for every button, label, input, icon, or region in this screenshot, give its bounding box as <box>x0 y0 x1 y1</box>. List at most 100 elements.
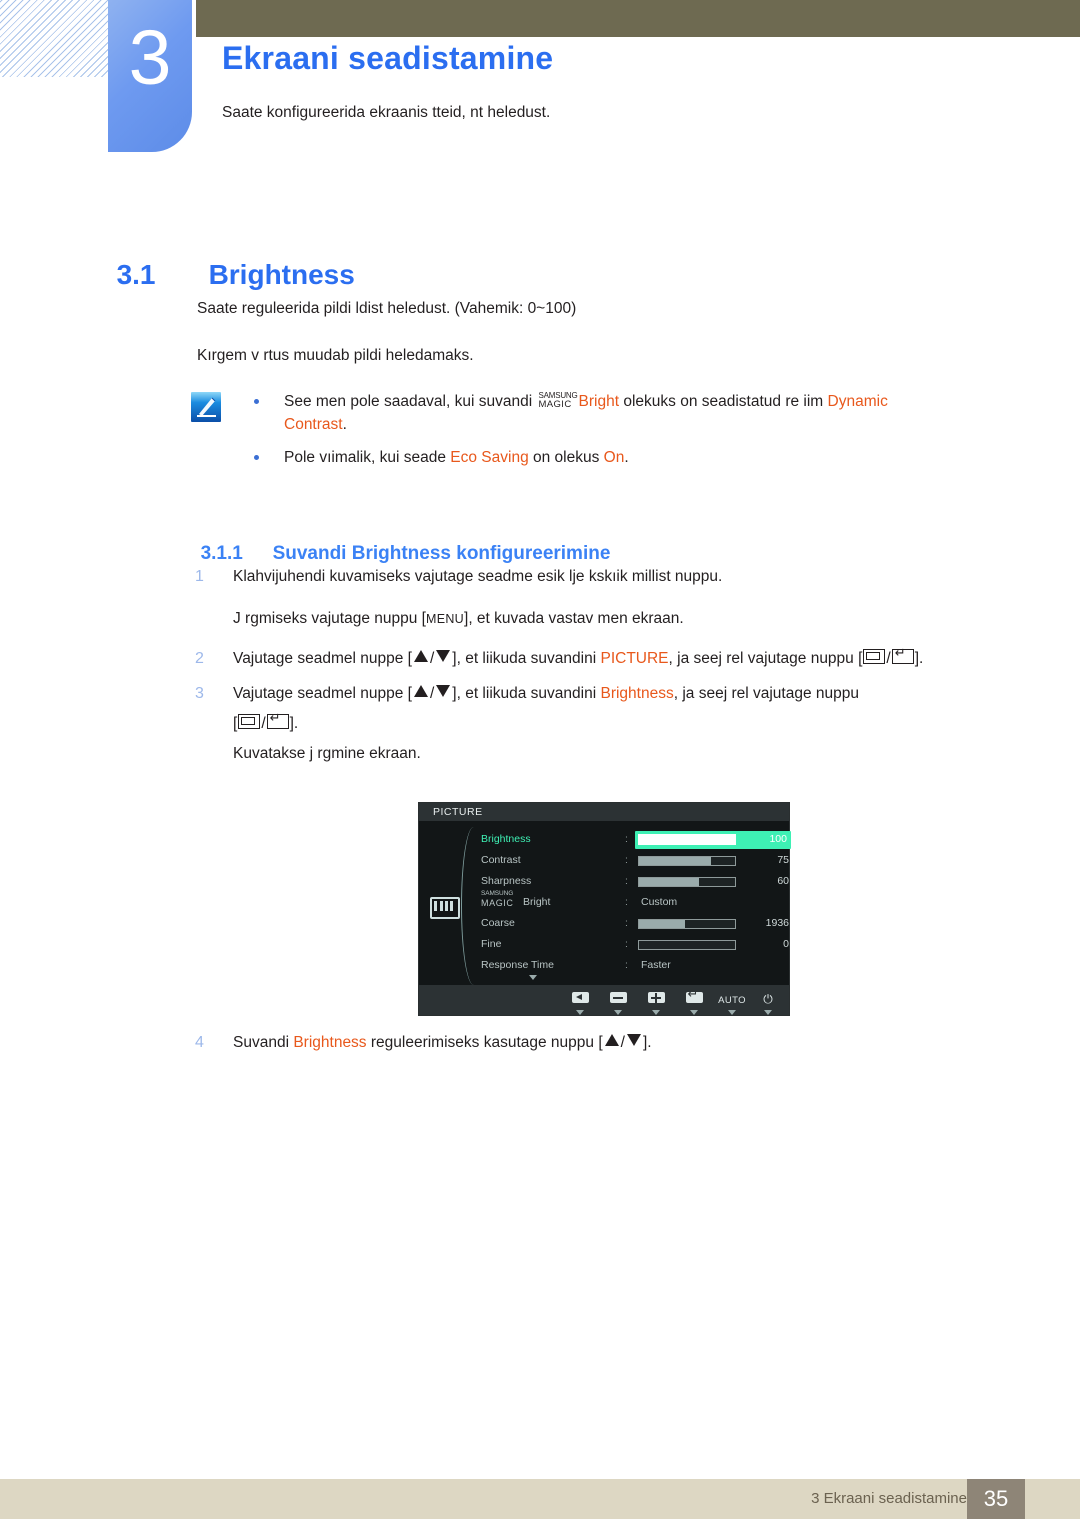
osd-value: 100 <box>769 833 787 845</box>
osd-button-minus[interactable] <box>601 990 635 1015</box>
osd-row-response-time[interactable]: Response Time : Faster <box>475 955 781 976</box>
section-title-text: Brightness <box>208 259 355 290</box>
osd-row-brightness[interactable]: Brightness : 100 <box>475 829 791 850</box>
page-header: 3 Ekraani seadistamine Saate konfigureer… <box>0 0 1080 152</box>
minus-icon <box>609 992 627 1003</box>
step-3-result-text: Kuvatakse j rgmine ekraan. <box>233 745 421 762</box>
caret-down-icon <box>764 1010 772 1015</box>
note-text-1b: Bright <box>578 393 620 410</box>
osd-label: Bright <box>523 896 551 908</box>
step-3-keys: [/]. <box>233 709 1025 739</box>
osd-label: Sharpness <box>481 875 532 887</box>
step-4-highlight-brightness: Brightness <box>293 1034 367 1051</box>
osd-button-plus[interactable] <box>639 990 673 1015</box>
note-text-1a: See men pole saadaval, kui suvandi <box>284 393 537 410</box>
step-2-text: Vajutage seadmel nuppe [/], et liikuda s… <box>233 644 1025 674</box>
step-number: 1 <box>195 568 204 585</box>
footer-chapter-label: 3 Ekraani seadistamine <box>811 1490 967 1507</box>
decorative-hatch-pattern <box>0 0 108 77</box>
osd-row-sharpness[interactable]: Sharpness : 60 <box>475 871 789 892</box>
caret-down-icon <box>728 1010 736 1015</box>
osd-colon: : <box>625 959 628 971</box>
osd-value: 1936 <box>765 917 789 929</box>
step-number: 4 <box>195 1034 204 1051</box>
caret-down-icon <box>576 1010 584 1015</box>
step-2-highlight-picture: PICTURE <box>600 650 669 667</box>
samsung-magic-lockup: SAMSUNG MAGIC <box>481 890 514 908</box>
osd-row-contrast[interactable]: Contrast : 75 <box>475 850 789 871</box>
chapter-title: Ekraani seadistamine <box>222 40 554 76</box>
osd-colon: : <box>625 833 628 845</box>
step-3-text: Vajutage seadmel nuppe [/], et liikuda s… <box>233 685 859 702</box>
step-1-continuation: J rgmiseks vajutage nuppu [MENU], et kuv… <box>195 604 1025 634</box>
osd-value: 60 <box>777 875 789 887</box>
step-1-cont-a: J rgmiseks vajutage nuppu [ <box>233 610 426 627</box>
note-list: See men pole saadaval, kui suvandi SAMSU… <box>248 390 948 479</box>
step-2-a: Vajutage seadmel nuppe [ <box>233 650 412 667</box>
enter-icon <box>685 987 703 1003</box>
magic-bottom-text: MAGIC <box>481 898 514 908</box>
intro-paragraph-2: Kırgem v rtus muudab pildi heledamaks. <box>197 347 474 364</box>
osd-colon: : <box>625 854 628 866</box>
step-1: 1 Klahvijuhendi kuvamiseks vajutage sead… <box>195 562 1025 592</box>
osd-row-magic-bright[interactable]: SAMSUNG MAGIC Bright : Custom <box>475 890 781 913</box>
subsection-title-text: Suvandi Brightness konfigureerimine <box>272 543 611 564</box>
note-pencil-icon <box>190 391 222 423</box>
section-title: 3.1 Brightness <box>101 215 355 295</box>
osd-title: PICTURE <box>419 803 789 821</box>
step-2: 2 Vajutage seadmel nuppe [/], et liikuda… <box>195 644 1025 674</box>
footer-page-number: 35 <box>967 1479 1025 1519</box>
enter-button-icon <box>266 711 289 729</box>
menu-button-icon <box>238 714 261 729</box>
osd-button-enter[interactable] <box>677 987 711 1015</box>
enter-button-icon <box>891 646 914 664</box>
osd-colon: : <box>625 875 628 887</box>
caret-down-icon <box>614 1010 622 1015</box>
osd-colon: : <box>625 938 628 950</box>
section-number: 3.1 <box>116 259 156 290</box>
caret-down-icon <box>652 1010 660 1015</box>
caret-down-icon <box>690 1010 698 1015</box>
osd-slider-contrast[interactable] <box>638 856 736 866</box>
note-text-1c: olekuks on seadistatud re iim <box>619 393 828 410</box>
osd-colon: : <box>625 917 628 929</box>
osd-slider-sharpness[interactable] <box>638 877 736 887</box>
osd-slider-fine[interactable] <box>638 940 736 950</box>
subsection-title: 3.1.1 Suvandi Brightness konfigureerimine <box>190 512 611 568</box>
osd-button-back[interactable] <box>563 990 597 1015</box>
step-number: 2 <box>195 650 204 667</box>
osd-button-bar: AUTO ⏻ <box>419 985 789 1015</box>
arrow-down-icon <box>436 685 451 697</box>
osd-value: Custom <box>641 896 678 908</box>
osd-rows: Brightness : 100 Contrast : 75 Sharpness… <box>475 829 791 976</box>
samsung-magic-lockup: SAMSUNG MAGIC <box>538 391 577 410</box>
osd-button-power[interactable]: ⏻ <box>751 990 785 1015</box>
osd-screenshot: PICTURE Brightness : 100 Contrast : 75 S… <box>418 802 791 1016</box>
bullet-dot <box>254 399 259 404</box>
note-text-1d: . <box>342 416 347 433</box>
auto-label: AUTO <box>718 995 746 1006</box>
step-3-key-line: [/]. <box>195 709 1025 739</box>
osd-row-coarse[interactable]: Coarse : 1936 <box>475 913 789 934</box>
note-text-2b: on olekus <box>528 449 604 466</box>
osd-button-auto[interactable]: AUTO <box>715 990 749 1015</box>
step-3-highlight-brightness: Brightness <box>600 685 674 702</box>
magic-bottom-text: MAGIC <box>538 399 572 410</box>
chapter-subtitle: Saate konfigureerida ekraanis tteid, nt … <box>222 104 551 121</box>
osd-row-fine[interactable]: Fine : 0 <box>475 934 789 955</box>
header-olive-bar <box>196 0 1080 37</box>
osd-label: Brightness <box>481 833 531 845</box>
arrow-down-icon <box>626 1034 641 1046</box>
osd-slider-coarse[interactable] <box>638 919 736 929</box>
osd-slider-brightness[interactable] <box>638 834 736 845</box>
bullet-dot <box>254 455 259 460</box>
osd-label: Fine <box>481 938 502 950</box>
menu-key-label: MENU <box>426 612 465 626</box>
step-3-c: , ja seej rel vajutage nuppu <box>673 685 859 702</box>
arrow-up-icon <box>413 685 428 697</box>
step-3-a: Vajutage seadmel nuppe [ <box>233 685 412 702</box>
step-2-b: ], et liikuda suvandini <box>452 650 601 667</box>
note-item: Pole vıimalik, kui seade Eco Saving on o… <box>248 446 948 469</box>
step-3-result: Kuvatakse j rgmine ekraan. <box>195 739 1025 769</box>
arrow-up-icon <box>413 650 428 662</box>
